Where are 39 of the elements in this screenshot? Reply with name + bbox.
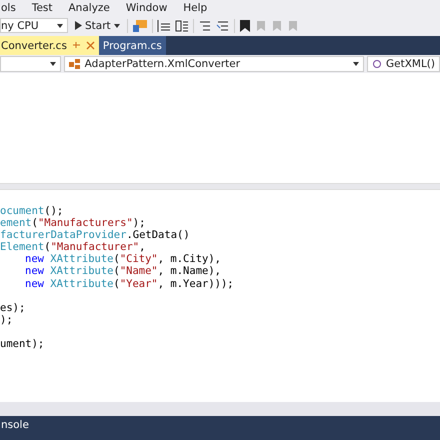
comment-icon[interactable] — [198, 18, 212, 32]
menu-item[interactable]: Test — [32, 2, 52, 14]
platform-dropdown[interactable]: ny CPU — [0, 18, 68, 33]
scrollbar-track[interactable] — [0, 402, 440, 416]
uncomment-icon[interactable] — [216, 18, 230, 32]
project-dropdown[interactable] — [0, 56, 61, 72]
code-line: ocument(); — [0, 205, 64, 218]
caret-icon — [352, 62, 359, 66]
list-icon[interactable] — [174, 18, 189, 32]
method-icon — [372, 59, 382, 69]
code-line: facturerDataProvider.GetData() — [0, 229, 190, 242]
class-icon — [68, 59, 81, 69]
file-tab[interactable]: Converter.cs — [0, 36, 99, 55]
start-button[interactable]: Start — [72, 20, 123, 32]
caret-icon — [50, 62, 56, 66]
indent-icon[interactable] — [156, 18, 171, 32]
menu-item[interactable]: ols — [1, 2, 16, 14]
menu-item[interactable]: Analyze — [68, 2, 110, 14]
code-line: Element("Manufacturer", — [0, 241, 146, 254]
caret-icon — [114, 24, 120, 28]
code-line: es); — [0, 300, 26, 314]
code-line: ument); — [0, 337, 44, 350]
code-line: new XAttribute("Year", m.Year))); — [25, 278, 234, 290]
code-line: ); — [0, 314, 13, 326]
code-line: new XAttribute("Name", m.Name), — [25, 265, 221, 278]
menu-item[interactable]: Help — [183, 2, 208, 14]
play-icon — [75, 21, 82, 30]
caret-icon — [57, 24, 63, 28]
menu-item[interactable]: Window — [126, 2, 168, 14]
window-icon[interactable] — [132, 18, 148, 32]
code-line: new XAttribute("City", m.City), — [25, 253, 221, 266]
code-line: ement("Manufacturers"); — [0, 217, 146, 230]
console-tab[interactable]: nsole — [0, 416, 29, 431]
bookmark-icon[interactable] — [238, 18, 251, 32]
type-dropdown[interactable]: AdapterPattern.XmlConverter — [64, 56, 364, 72]
pin-icon[interactable] — [72, 41, 81, 50]
close-icon[interactable] — [86, 41, 95, 50]
member-dropdown[interactable]: GetXML() — [366, 56, 440, 72]
file-tab[interactable]: Program.cs — [98, 36, 166, 55]
